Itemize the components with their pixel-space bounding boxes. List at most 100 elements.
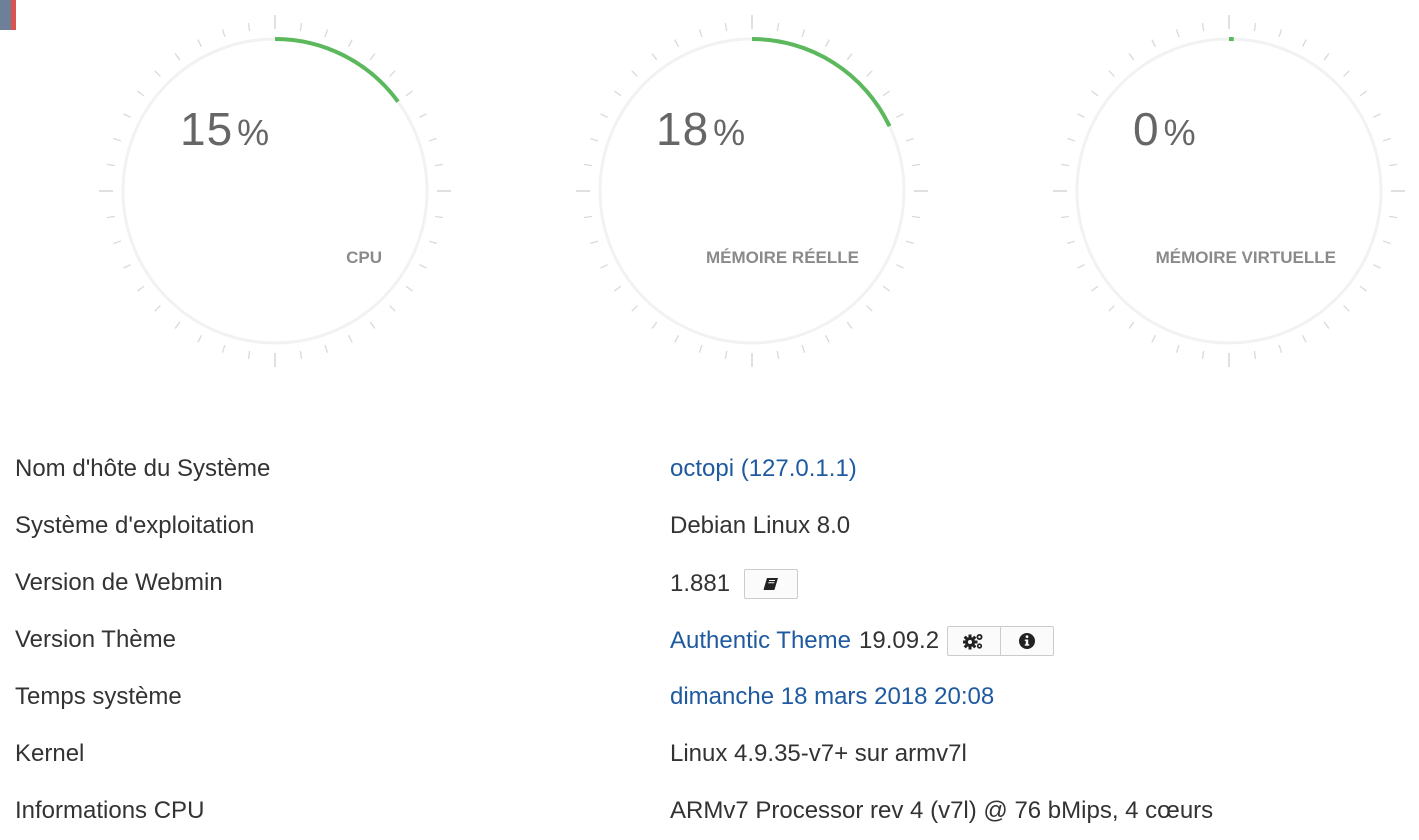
real-memory-gauge-tick [632,71,638,77]
virtual-memory-gauge-tick [1279,345,1281,353]
virtual-memory-gauge-dial [1049,0,1409,380]
real-memory-gauge-tick [867,71,873,77]
cpu-gauge-tick [124,265,131,269]
cpu-gauge-tick [349,40,353,47]
webmin-changelog-button[interactable] [745,570,797,598]
cpu-gauge-tick [175,322,180,328]
cpu-gauge-arc [275,39,398,102]
theme-label: Version Thème [15,626,176,654]
real-memory-gauge-tick [614,286,620,291]
theme-settings-button[interactable] [948,627,1000,655]
virtual-memory-gauge-tick [1254,23,1255,31]
virtual-memory-gauge-tick [1254,351,1255,359]
info-row-time: Temps système dimanche 18 mars 2018 20:0… [0,669,1419,726]
real-memory-gauge-tick [883,286,889,291]
theme-link[interactable]: Authentic Theme [670,627,851,655]
virtual-memory-gauge-tick [1324,322,1329,328]
cpu-gauge-tick [137,91,143,96]
real-memory-gauge-label: MÉMOIRE RÉELLE [706,249,859,266]
cpu-gauge-tick [222,29,224,37]
real-memory-gauge-tick [802,345,804,353]
cpu-gauge-label: CPU [346,249,382,266]
real-memory-gauge-tick [896,114,903,118]
real-memory-gauge-tick [614,91,620,96]
real-memory-gauge-tick [777,351,778,359]
cpu-gauge-dial [95,0,455,380]
cpu-gauge-tick [390,306,396,312]
real-memory-gauge-tick [652,53,657,59]
info-row-kernel: Kernel Linux 4.9.35-v7+ sur armv7l [0,726,1419,783]
real-memory-gauge-tick [675,40,679,47]
virtual-memory-gauge-tick [1324,53,1329,59]
info-row-webmin: Version de Webmin 1.881 [0,555,1419,612]
os-value: Debian Linux 8.0 [670,512,850,540]
hostname-label: Nom d'hôte du Système [15,455,270,483]
webmin-value-cell: 1.881 [670,569,798,599]
real-memory-gauge-tick [912,164,920,165]
kernel-value: Linux 4.9.35-v7+ sur armv7l [670,740,967,768]
real-memory-gauge-tick [725,351,726,359]
cpu-gauge-tick [198,40,202,47]
real-memory-gauge-tick [826,40,830,47]
real-memory-gauge-tick [675,335,679,342]
hostname-link[interactable]: octopi (127.0.1.1) [670,455,857,483]
cpu-gauge-tick [419,114,426,118]
virtual-memory-gauge-tick [1109,306,1115,312]
theme-info-button[interactable] [1000,627,1053,655]
cpu-gauge-tick [406,286,412,291]
real-memory-gauge-tick [847,53,852,59]
cpu-gauge-tick [248,351,249,359]
cpu-gauge-tick [248,23,249,31]
cpu-gauge-tick [155,71,161,77]
system-time-link[interactable]: dimanche 18 mars 2018 20:08 [670,683,994,711]
virtual-memory-gauge-track [1077,39,1381,343]
virtual-memory-gauge-tick [1078,265,1085,269]
cpu-gauge-tick [175,53,180,59]
theme-value-cell: Authentic Theme 19.09.2 [670,626,1054,656]
real-memory-gauge-tick [601,265,608,269]
real-memory-gauge-tick [590,138,598,140]
cpu-gauge: 15% CPU [95,0,455,380]
cpu-gauge-tick [435,164,443,165]
cpu-gauge-tick [435,216,443,217]
cogs-icon [963,632,985,650]
virtual-memory-gauge-tick [1061,216,1069,217]
real-memory-gauge-tick [632,306,638,312]
real-memory-gauge-tick [802,29,804,37]
corner-flag [0,0,16,30]
virtual-memory-gauge-tick [1078,114,1085,118]
cpu-gauge-tick [390,71,396,77]
virtual-memory-gauge-tick [1067,241,1075,243]
real-memory-gauge-tick [906,138,914,140]
virtual-memory-gauge-tick [1303,335,1307,342]
cpu-gauge-value: 15% [180,106,270,152]
virtual-memory-gauge-tick [1303,40,1307,47]
virtual-memory-gauge-tick [1129,53,1134,59]
real-memory-gauge-tick [883,91,889,96]
virtual-memory-gauge-tick [1067,138,1075,140]
real-memory-gauge: 18% MÉMOIRE RÉELLE [572,0,932,380]
kernel-label: Kernel [15,740,84,768]
real-memory-gauge-arc [752,39,890,126]
real-memory-gauge-tick [896,265,903,269]
virtual-memory-gauge-tick [1360,286,1366,291]
cpu-gauge-tick [198,335,202,342]
cpu-gauge-tick [137,286,143,291]
virtual-memory-gauge-tick [1202,23,1203,31]
virtual-memory-gauge-tick [1129,322,1134,328]
virtual-memory-gauge: 0% MÉMOIRE VIRTUELLE [1049,0,1409,380]
real-memory-gauge-dial [572,0,932,380]
virtual-memory-gauge-tick [1176,345,1178,353]
info-row-cpu: Informations CPU ARMv7 Processor rev 4 (… [0,783,1419,840]
real-memory-gauge-tick [590,241,598,243]
cpu-gauge-tick [300,351,301,359]
real-memory-gauge-tick [847,322,852,328]
corner-flag-left [0,0,11,30]
real-memory-gauge-tick [867,306,873,312]
corner-flag-right [11,0,16,30]
cpu-gauge-tick [325,29,327,37]
cpu-gauge-tick [107,164,115,165]
virtual-memory-gauge-label: MÉMOIRE VIRTUELLE [1156,249,1336,266]
time-value-cell: dimanche 18 mars 2018 20:08 [670,683,994,711]
real-memory-gauge-tick [601,114,608,118]
